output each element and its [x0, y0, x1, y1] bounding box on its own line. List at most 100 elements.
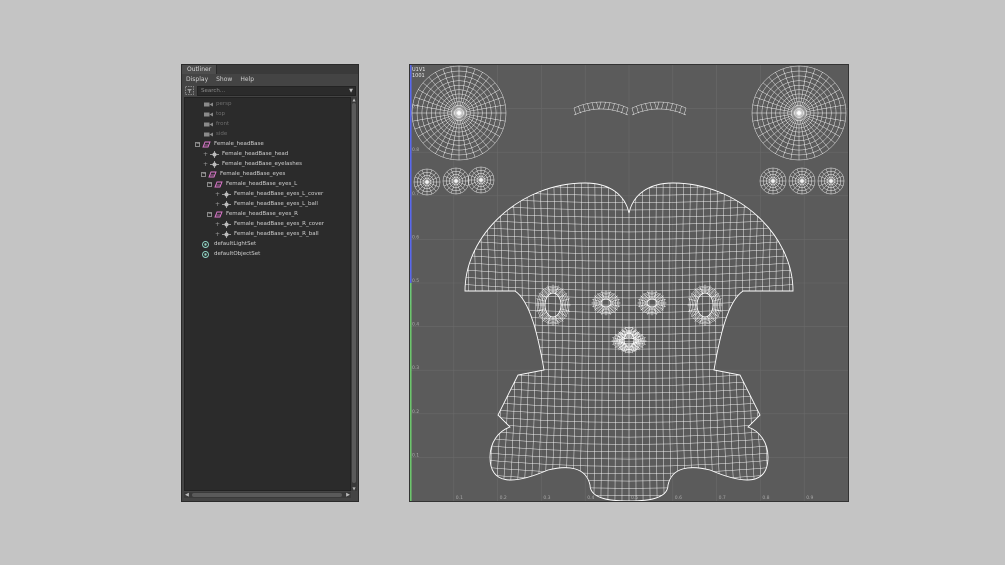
tree-item-eyes-l[interactable]: − Female_headBase_eyes_L: [207, 179, 297, 189]
scroll-right-icon[interactable]: ▶: [346, 492, 350, 498]
outliner-vertical-scrollbar[interactable]: ▲ ▼: [351, 97, 357, 491]
outliner-tab[interactable]: Outliner: [182, 65, 218, 74]
uv-lash-edge: [625, 107, 629, 116]
tree-item-default-object-set[interactable]: defaultObjectSet: [202, 249, 260, 259]
uv-shell-eyeball: [759, 167, 787, 195]
uv-lash-edge: [670, 103, 673, 111]
tree-item-eyes-r-cover[interactable]: + Female_headBase_eyes_R_cover: [215, 219, 324, 229]
collapse-icon[interactable]: −: [207, 181, 212, 187]
menu-show[interactable]: Show: [212, 76, 236, 83]
outliner-panel: Outliner Display Show Help Search... ▼ p…: [181, 64, 359, 502]
tree-item-default-light-set[interactable]: defaultLightSet: [202, 239, 256, 249]
uv-lash-edge: [603, 102, 606, 110]
scroll-left-icon[interactable]: ◀: [185, 492, 189, 498]
uv-lash-edge: [645, 103, 648, 111]
tree-connector-icon: +: [215, 230, 221, 238]
tree-item-label: top: [216, 111, 226, 117]
uv-edge-vertical: [607, 183, 610, 501]
u-tick-label: 0.2: [500, 495, 507, 501]
uv-edge-vertical: [502, 183, 510, 501]
uv-spoke: [763, 180, 774, 191]
uv-edge-vertical: [688, 183, 693, 501]
tree-connector-icon: +: [215, 190, 221, 198]
uv-edge-vertical: [735, 183, 742, 501]
u-tick-label: 0.4: [587, 495, 594, 501]
uv-lash-edge: [578, 106, 581, 114]
uv-edge-vertical: [530, 183, 536, 501]
group-icon: [214, 211, 223, 217]
menu-help[interactable]: Help: [236, 76, 258, 83]
uv-spoke: [772, 171, 783, 182]
uv-edge-vertical: [668, 183, 672, 501]
mesh-icon: [222, 220, 231, 228]
tree-item-front[interactable]: front: [204, 119, 229, 129]
uv-spoke: [426, 172, 437, 183]
group-icon: [202, 141, 211, 147]
tree-item-female-headbase[interactable]: − Female_headBase: [195, 139, 264, 149]
scroll-thumb[interactable]: [192, 493, 342, 497]
uv-spoke: [801, 180, 812, 191]
uv-spoke: [772, 180, 783, 191]
tree-item-top[interactable]: top: [204, 109, 225, 119]
uv-edge-vertical: [642, 183, 644, 501]
tree-connector-icon: +: [203, 160, 209, 168]
uv-loop: [543, 291, 563, 319]
menu-display[interactable]: Display: [182, 76, 212, 83]
uv-ear-right: [687, 284, 723, 326]
uv-tile-label: U1V1 1001: [412, 67, 425, 79]
uv-radial: [699, 316, 703, 325]
uv-lash-edge: [621, 106, 624, 114]
uv-edge-vertical: [473, 183, 483, 501]
tree-item-eyes-l-ball[interactable]: + Female_headBase_eyes_L_ball: [215, 199, 318, 209]
tree-item-eyes[interactable]: − Female_headBase_eyes: [201, 169, 285, 179]
uv-loop: [695, 291, 715, 319]
filter-icon[interactable]: [185, 86, 194, 95]
uv-edge-vertical: [708, 183, 714, 501]
uv-editor-viewport[interactable]: 0.1 0.2 0.3 0.4 0.5 0.6 0.7 0.8 0.9 0.9 0.8 0.7 0.6 0…: [409, 64, 849, 502]
uv-edge-vertical: [648, 183, 651, 501]
outliner-tree: persp top front side − Female_headBase +…: [184, 97, 351, 491]
uv-shell-eyeball: [413, 168, 441, 196]
uv-canvas[interactable]: 0.1 0.2 0.3 0.4 0.5 0.6 0.7 0.8 0.90.90.80.70.60…: [410, 65, 848, 501]
outliner-titlebar: Outliner: [182, 65, 358, 74]
collapse-icon[interactable]: −: [201, 171, 206, 177]
uv-spoke: [801, 171, 812, 182]
scroll-up-icon[interactable]: ▲: [351, 97, 357, 102]
search-dropdown-icon[interactable]: ▼: [349, 87, 353, 95]
uv-lash-edge: [631, 107, 635, 116]
scroll-down-icon[interactable]: ▼: [351, 486, 357, 491]
uv-spoke: [446, 171, 457, 182]
tree-item-head[interactable]: + Female_headBase_head: [203, 149, 288, 159]
tree-item-label: persp: [216, 101, 232, 107]
uv-lash-top: [631, 101, 687, 109]
uv-lash-edge: [674, 104, 678, 112]
uv-edge-vertical: [579, 183, 583, 501]
uv-spoke: [417, 181, 428, 192]
uv-spoke: [446, 180, 457, 191]
tree-item-eyes-r-ball[interactable]: + Female_headBase_eyes_R_ball: [215, 229, 319, 239]
uv-edge-vertical: [675, 183, 679, 501]
uv-edge-vertical: [480, 183, 490, 501]
tree-item-eyes-l-cover[interactable]: + Female_headBase_eyes_L_cover: [215, 189, 323, 199]
uv-edge-vertical: [544, 183, 550, 501]
uv-lash-edge: [654, 102, 657, 110]
tree-item-eyelashes[interactable]: + Female_headBase_eyelashes: [203, 159, 302, 169]
tree-item-label: defaultLightSet: [214, 241, 257, 247]
u-tick-label: 0.7: [719, 495, 726, 501]
u-tick-label: 0.1: [456, 495, 463, 501]
uv-lash-edge: [640, 104, 644, 112]
scroll-thumb[interactable]: [352, 103, 356, 483]
uv-shell-eyeball: [788, 167, 816, 195]
outliner-horizontal-scrollbar[interactable]: ◀ ▶: [184, 492, 351, 498]
search-input[interactable]: Search... ▼: [197, 85, 356, 96]
group-icon: [208, 171, 217, 177]
tree-item-label: Female_headBase_eyes_L_ball: [234, 201, 318, 207]
camera-icon: [204, 112, 213, 116]
uv-spoke: [480, 179, 491, 190]
tree-item-persp[interactable]: persp: [204, 99, 232, 109]
collapse-icon[interactable]: −: [195, 141, 200, 147]
uv-edge-vertical: [722, 183, 728, 501]
collapse-icon[interactable]: −: [207, 211, 212, 217]
tree-item-eyes-r[interactable]: − Female_headBase_eyes_R: [207, 209, 298, 219]
tree-item-side[interactable]: side: [204, 129, 227, 139]
